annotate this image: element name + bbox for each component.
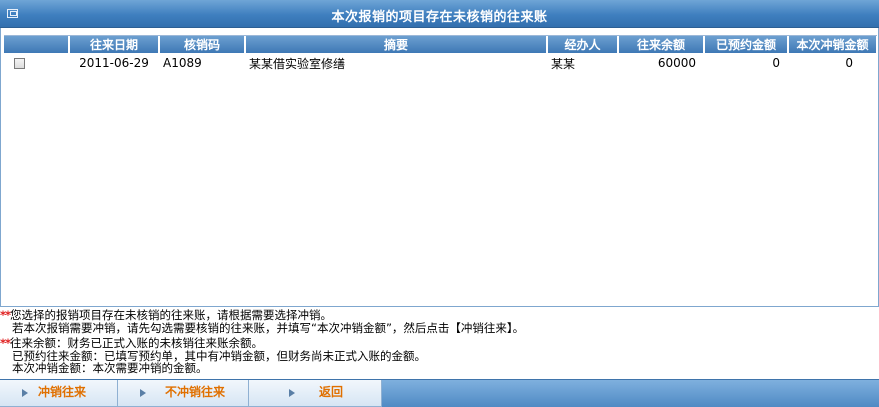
header-balance[interactable]: 往来余额 bbox=[618, 36, 705, 53]
required-star-icon: ** bbox=[0, 336, 11, 350]
return-button[interactable]: 返回 bbox=[249, 380, 382, 407]
cell-writeoff[interactable]: 0 bbox=[788, 53, 877, 73]
header-writeoff[interactable]: 本次冲销金额 bbox=[788, 36, 878, 53]
cell-balance: 60000 bbox=[657, 56, 696, 70]
return-button-label: 返回 bbox=[319, 385, 344, 399]
window-title: 本次报销的项目存在未核销的往来账 bbox=[331, 10, 548, 25]
window-titlebar: 本次报销的项目存在未核销的往来账 bbox=[0, 0, 879, 28]
note-line: 本次冲销金额：本次需要冲销的金额。 bbox=[12, 361, 208, 375]
note-line: 若本次报销需要冲销，请先勾选需要核销的往来账，并填写“本次冲销金额”，然后点击【… bbox=[12, 320, 525, 335]
footer-toolbar: 冲销往来 不冲销往来 返回 bbox=[0, 379, 879, 407]
row-checkbox[interactable] bbox=[14, 58, 25, 69]
no-writeoff-button-label: 不冲销往来 bbox=[165, 385, 226, 399]
grid-container: 往来日期 核销码 摘要 经办人 往来余额 已预约金额 本次冲销金额 2011-0… bbox=[4, 35, 878, 73]
grid-panel: 往来日期 核销码 摘要 经办人 往来余额 已预约金额 本次冲销金额 2011-0… bbox=[0, 28, 879, 307]
note-line: **您选择的报销项目存在未核销的往来账，请根据需要选择冲销。 bbox=[0, 308, 333, 322]
writeoff-button-label: 冲销往来 bbox=[38, 385, 87, 399]
table-row[interactable]: 2011-06-29 A1089 某某借实验室修缮 某某 60000 0 0 bbox=[4, 53, 877, 73]
header-code[interactable]: 核销码 bbox=[159, 36, 246, 53]
cell-reserved: 0 bbox=[772, 56, 780, 70]
no-writeoff-button[interactable]: 不冲销往来 bbox=[118, 380, 249, 407]
cell-handler: 某某 bbox=[551, 56, 576, 71]
header-date[interactable]: 往来日期 bbox=[69, 36, 160, 53]
grid-header-row: 往来日期 核销码 摘要 经办人 往来余额 已预约金额 本次冲销金额 bbox=[4, 36, 878, 53]
cell-summary: 某某借实验室修缮 bbox=[249, 56, 346, 71]
header-summary[interactable]: 摘要 bbox=[245, 36, 548, 53]
header-select bbox=[4, 36, 70, 53]
cell-date: 2011-06-29 bbox=[79, 56, 149, 70]
play-arrow-icon bbox=[22, 389, 28, 397]
note-line: **往来余额：财务已正式入账的未核销往来账余额。 bbox=[0, 336, 264, 350]
row-select-cell bbox=[4, 53, 69, 73]
play-arrow-icon bbox=[140, 389, 146, 397]
play-arrow-icon bbox=[289, 389, 295, 397]
header-handler[interactable]: 经办人 bbox=[547, 36, 619, 53]
cell-code: A1089 bbox=[163, 56, 202, 70]
writeoff-grid: 往来日期 核销码 摘要 经办人 往来余额 已预约金额 本次冲销金额 2011-0… bbox=[4, 36, 878, 73]
writeoff-button[interactable]: 冲销往来 bbox=[0, 380, 118, 407]
required-star-icon: ** bbox=[0, 308, 11, 322]
header-reserved[interactable]: 已预约金额 bbox=[704, 36, 789, 53]
help-notes: **您选择的报销项目存在未核销的往来账，请根据需要选择冲销。 若本次报销需要冲销… bbox=[0, 309, 879, 375]
